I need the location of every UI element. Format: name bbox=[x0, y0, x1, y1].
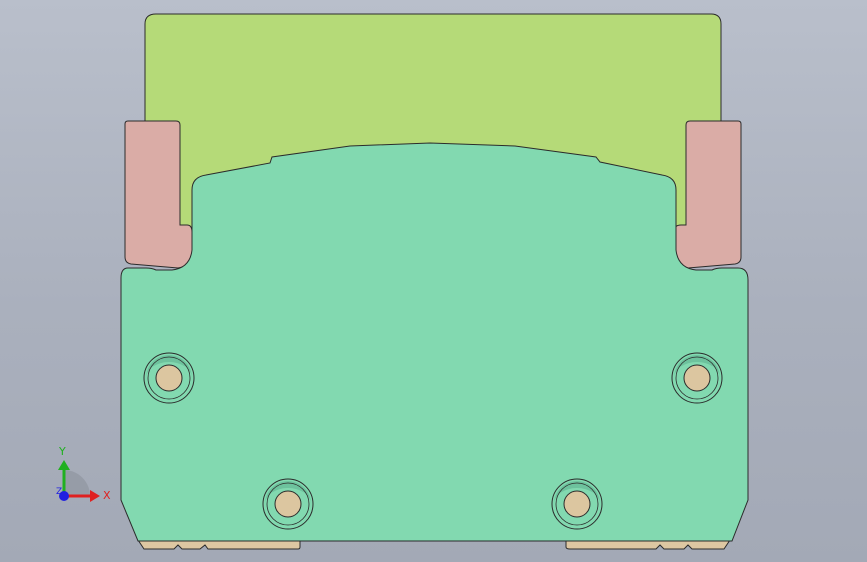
y-axis-arrow bbox=[58, 460, 70, 470]
hole-top-left[interactable] bbox=[143, 352, 195, 404]
hole-bottom-right[interactable] bbox=[551, 478, 603, 530]
part-drawing[interactable]: Y X Z bbox=[0, 0, 867, 562]
z-axis-label: Z bbox=[56, 487, 62, 497]
hole-bottom-left[interactable] bbox=[262, 478, 314, 530]
y-axis-label: Y bbox=[58, 445, 66, 458]
hole-core bbox=[683, 364, 711, 392]
hole-core bbox=[155, 364, 183, 392]
main-body[interactable] bbox=[120, 142, 749, 542]
triad-plane-arc bbox=[64, 470, 90, 496]
x-axis-label: X bbox=[103, 489, 111, 502]
hole-core bbox=[563, 490, 591, 518]
hole-top-right[interactable] bbox=[671, 352, 723, 404]
hole-core bbox=[274, 490, 302, 518]
axis-triad-icon[interactable]: Y X Z bbox=[56, 445, 111, 502]
x-axis-arrow bbox=[90, 490, 100, 502]
cad-viewport[interactable]: Y X Z bbox=[0, 0, 867, 562]
